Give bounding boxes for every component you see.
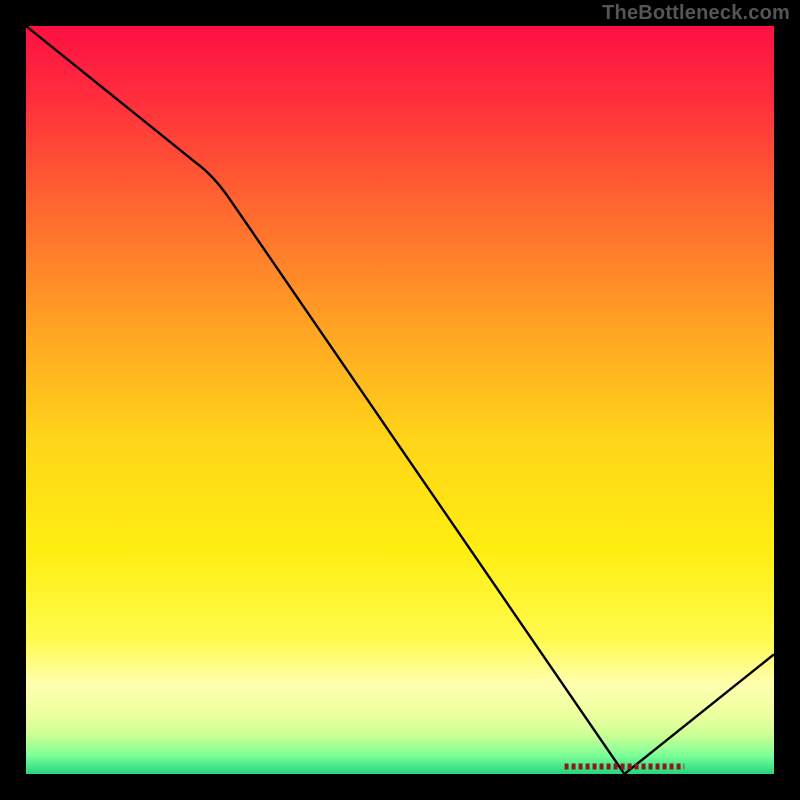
- attribution-label: TheBottleneck.com: [602, 2, 790, 25]
- bottleneck-chart: [26, 26, 774, 774]
- chart-container: TheBottleneck.com: [0, 0, 800, 800]
- gradient-background: [26, 26, 774, 774]
- chart-svg: [26, 26, 774, 774]
